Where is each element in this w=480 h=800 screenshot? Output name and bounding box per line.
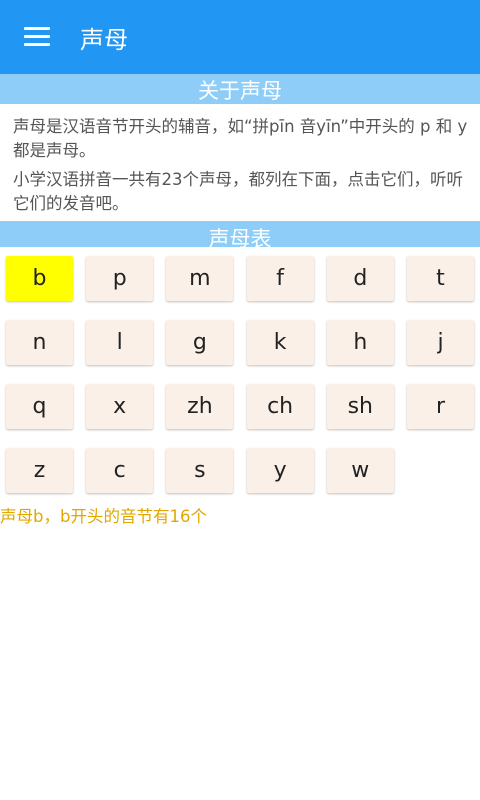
initial-key-t[interactable]: t xyxy=(407,256,474,301)
initial-key-h[interactable]: h xyxy=(326,320,394,365)
initial-key-w[interactable]: w xyxy=(326,448,394,493)
app-bar: 声母 xyxy=(0,0,480,74)
initial-key-g[interactable]: g xyxy=(166,320,234,365)
initial-key-c[interactable]: c xyxy=(86,448,154,493)
initial-key-q[interactable]: q xyxy=(6,384,73,429)
initial-key-z[interactable]: z xyxy=(6,448,73,493)
initial-key-j[interactable]: j xyxy=(407,320,474,365)
initial-key-r[interactable]: r xyxy=(407,384,474,429)
initial-key-p[interactable]: p xyxy=(86,256,154,301)
about-section-header: 关于声母 xyxy=(0,74,480,104)
status-text: 声母b，b开头的音节有16个 xyxy=(0,507,207,526)
initial-key-b[interactable]: b xyxy=(6,256,73,301)
initial-key-m[interactable]: m xyxy=(166,256,234,301)
initial-key-s[interactable]: s xyxy=(166,448,234,493)
menu-button[interactable] xyxy=(0,0,74,74)
about-paragraph-2: 小学汉语拼音一共有23个声母，都列在下面，点击它们，听听它们的发音吧。 xyxy=(13,170,463,213)
initial-key-zh[interactable]: zh xyxy=(166,384,234,429)
initial-key-n[interactable]: n xyxy=(6,320,73,365)
initial-key-x[interactable]: x xyxy=(86,384,154,429)
menu-icon xyxy=(24,27,50,47)
initial-key-d[interactable]: d xyxy=(326,256,394,301)
initial-key-ch[interactable]: ch xyxy=(246,384,314,429)
initial-key-sh[interactable]: sh xyxy=(326,384,394,429)
initial-key-k[interactable]: k xyxy=(246,320,314,365)
initial-key-f[interactable]: f xyxy=(246,256,314,301)
initial-key-y[interactable]: y xyxy=(246,448,314,493)
initial-key-l[interactable]: l xyxy=(86,320,154,365)
app-title: 声母 xyxy=(80,25,128,54)
table-section-header: 声母表 xyxy=(0,221,480,247)
about-paragraph-1: 声母是汉语音节开头的辅音，如“拼pīn 音yīn”中开头的 p 和 y 都是声母… xyxy=(13,117,468,160)
